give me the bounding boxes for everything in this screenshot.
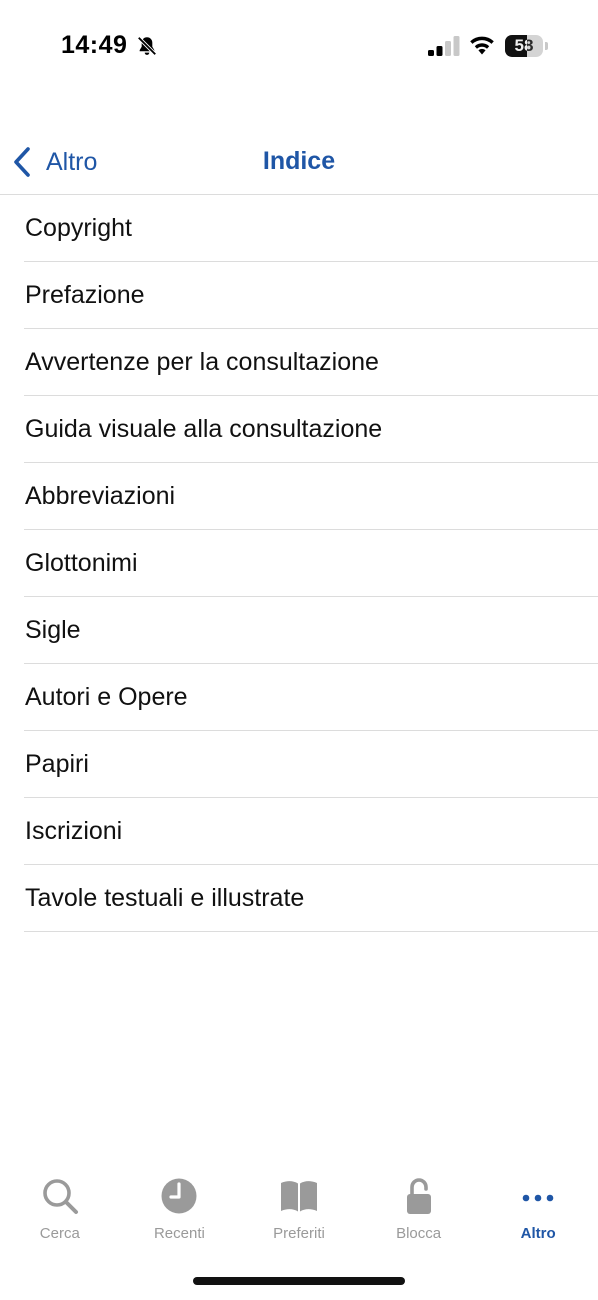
tab-cerca[interactable]: Cerca [0, 1176, 120, 1256]
tab-label: Cerca [39, 1225, 80, 1242]
navigation-bar: Altro Indice [0, 130, 598, 195]
status-bar: 14:49 58 [0, 0, 598, 92]
list-item[interactable]: Autori e Opere [24, 664, 598, 731]
tab-label: Altro [520, 1225, 556, 1242]
magnifier-icon [42, 1179, 78, 1214]
tab-label: Recenti [153, 1225, 205, 1242]
lock-icon [406, 1178, 431, 1214]
list-item[interactable]: Prefazione [24, 262, 598, 329]
list-item[interactable]: Tavole testuali e illustrate [24, 865, 598, 932]
wifi-icon [470, 36, 494, 55]
cellular-signal-icon [428, 36, 460, 56]
ellipsis-icon [522, 1194, 554, 1202]
tab-label: Preferiti [273, 1225, 325, 1242]
status-time: 14:49 [61, 31, 128, 59]
clock-icon [161, 1178, 197, 1214]
list-item[interactable]: Sigle [24, 597, 598, 664]
battery-level: 58 [514, 36, 534, 55]
list-item[interactable]: Iscrizioni [24, 798, 598, 865]
list-item[interactable]: Glottonimi [24, 530, 598, 597]
list-item[interactable]: Copyright [24, 195, 598, 262]
tab-blocca[interactable]: Blocca [359, 1176, 479, 1256]
book-icon [280, 1181, 317, 1212]
list-item[interactable]: Avvertenze per la consultazione [24, 329, 598, 396]
tab-altro[interactable]: Altro [478, 1176, 598, 1256]
tab-preferiti[interactable]: Preferiti [239, 1176, 359, 1256]
list-item[interactable]: Papiri [24, 731, 598, 798]
home-indicator[interactable] [193, 1277, 405, 1285]
tab-recenti[interactable]: Recenti [120, 1176, 240, 1256]
list-item[interactable]: Guida visuale alla consultazione [24, 396, 598, 463]
battery-indicator: 58 [505, 35, 548, 57]
tab-label: Blocca [396, 1225, 442, 1242]
page-title: Indice [262, 147, 336, 175]
bell-slash-icon [137, 36, 157, 56]
index-list: Copyright Prefazione Avvertenze per la con… [24, 195, 598, 932]
tab-bar: Cerca Recenti Preferiti Blocca Altro [0, 1176, 598, 1256]
list-item[interactable]: Abbreviazioni [24, 463, 598, 530]
